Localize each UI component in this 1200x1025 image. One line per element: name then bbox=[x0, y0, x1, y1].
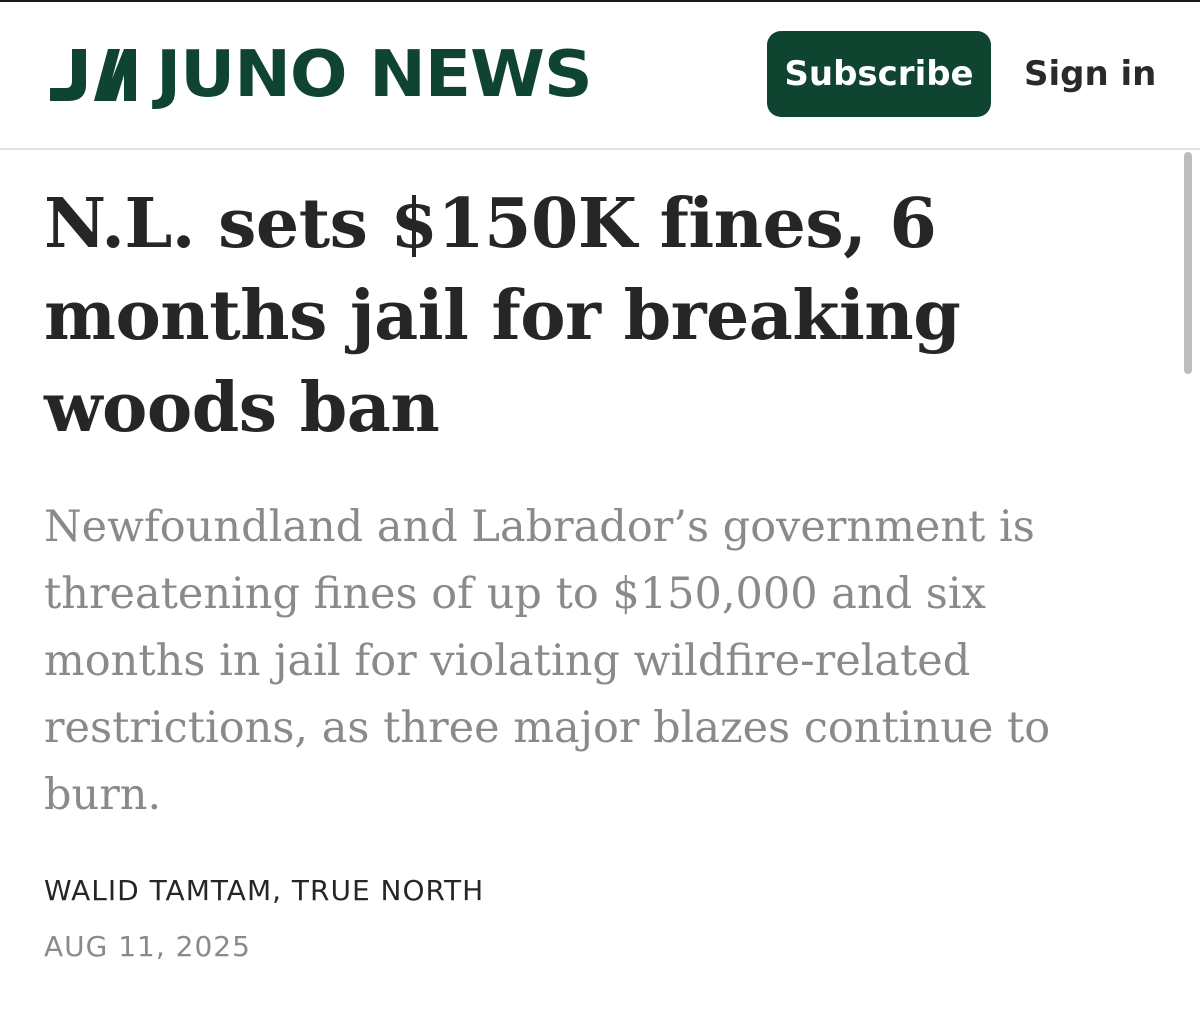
sign-in-link[interactable]: Sign in bbox=[1024, 31, 1156, 117]
subscribe-button[interactable]: Subscribe bbox=[767, 31, 991, 117]
site-header: JUNO NEWS Subscribe Sign in bbox=[0, 2, 1200, 150]
site-logo[interactable]: JUNO NEWS bbox=[46, 40, 593, 110]
article-dek: Newfoundland and Labrador’s government i… bbox=[44, 502, 1051, 820]
site-name: JUNO NEWS bbox=[156, 38, 593, 112]
scrollbar-thumb[interactable] bbox=[1184, 152, 1192, 374]
juno-logo-mark-icon bbox=[50, 49, 136, 101]
article-headline: N.L. sets $150K fines, 6 months jail for… bbox=[44, 184, 961, 448]
article-date: AUG 11, 2025 bbox=[44, 930, 251, 963]
article-byline[interactable]: WALID TAMTAM, TRUE NORTH bbox=[44, 874, 484, 907]
